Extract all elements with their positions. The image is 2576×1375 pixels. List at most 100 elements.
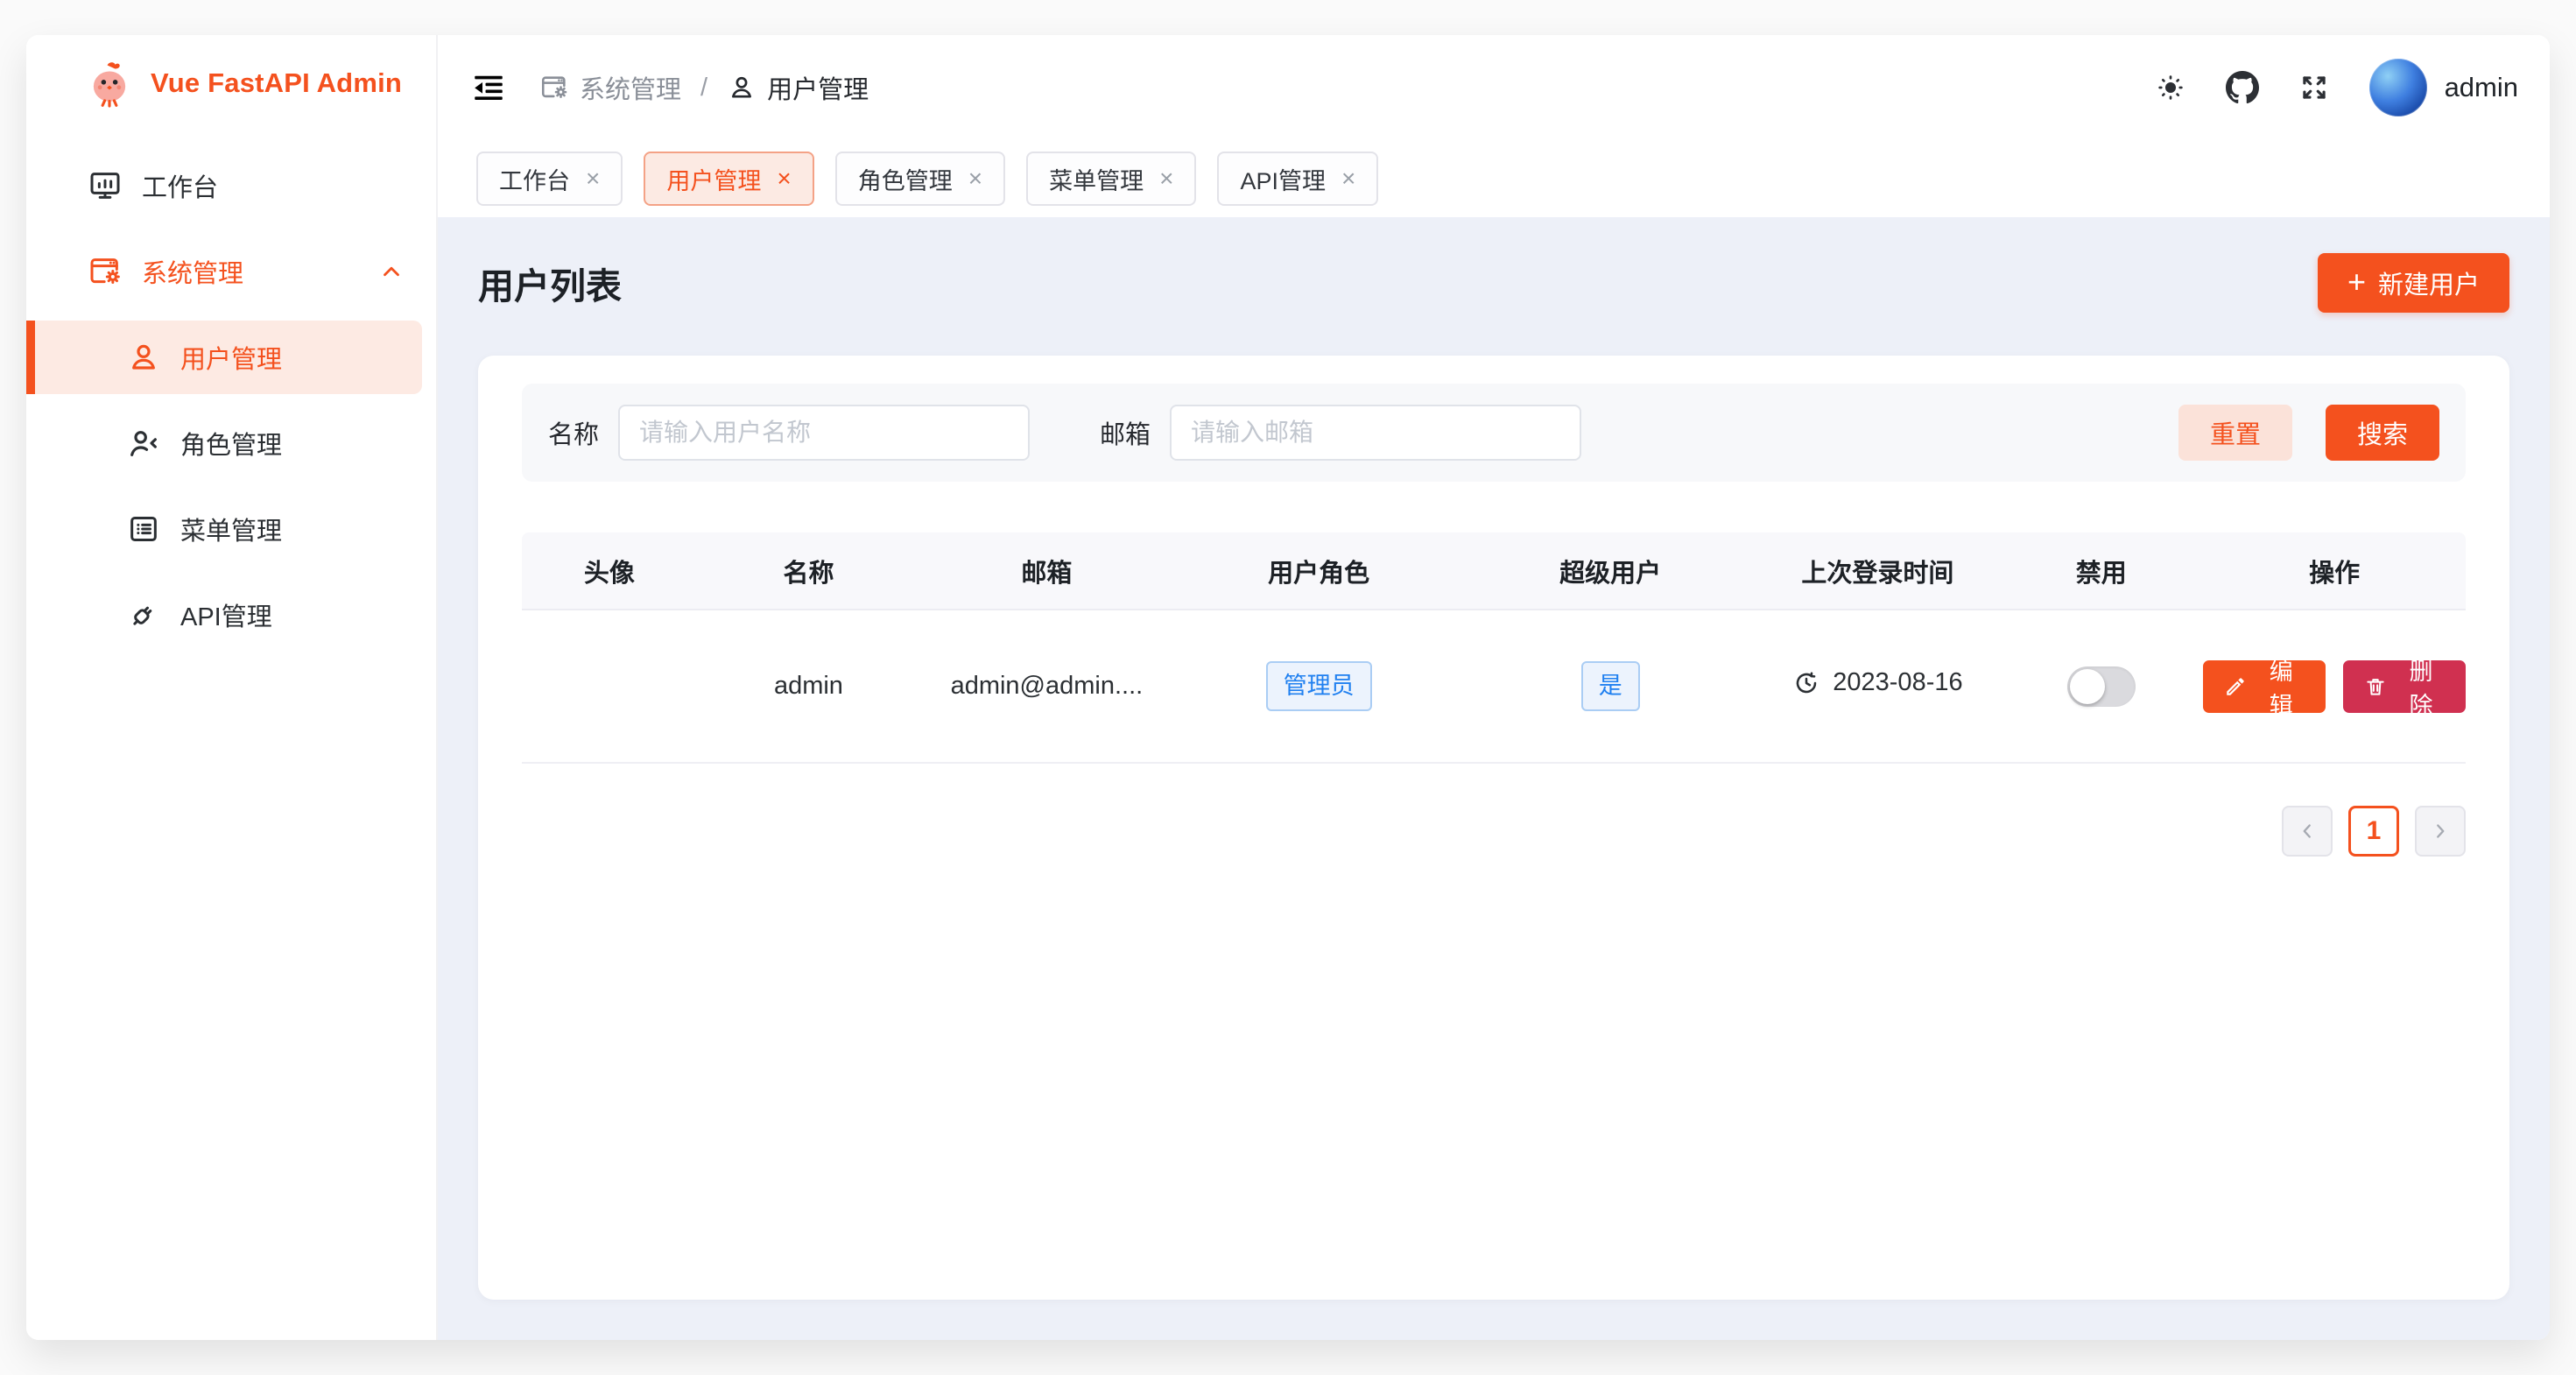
sidebar-item-system-management[interactable]: 系统管理 [26,235,436,308]
user-avatar [2369,59,2427,116]
disable-toggle[interactable] [2067,666,2136,707]
column-disabled: 禁用 [1999,532,2203,610]
sidebar-item-user-management[interactable]: 用户管理 [26,321,422,394]
menu-fold-icon [470,69,507,106]
plus-icon: + [2347,266,2366,298]
superuser-tag: 是 [1581,661,1640,711]
fullscreen-icon [2298,71,2331,104]
monitor-icon [88,168,123,203]
sidebar-menu: 工作台 系统管理 用户管 [26,131,436,664]
chevron-up-icon [378,258,405,285]
table-header-row: 头像 名称 邮箱 用户角色 超级用户 上次登录时间 禁用 操作 [522,532,2466,610]
github-button[interactable] [2226,71,2259,104]
reset-button[interactable]: 重置 [2178,405,2292,461]
column-avatar: 头像 [522,532,697,610]
table-card: 名称 邮箱 重置 搜索 [478,356,2509,1300]
email-input[interactable] [1170,405,1581,461]
sidebar-item-workbench[interactable]: 工作台 [26,149,436,222]
user-icon [727,73,757,102]
theme-toggle-button[interactable] [2154,71,2187,104]
sidebar-item-menu-management[interactable]: 菜单管理 [26,492,436,566]
role-cell: 管理员 [1173,610,1465,763]
breadcrumb-separator: / [700,74,707,102]
github-icon [2226,71,2259,104]
user-menu[interactable]: admin [2369,59,2518,116]
clock-icon [1792,669,1820,697]
pagination: 1 [522,806,2466,857]
name-cell: admin [697,610,920,763]
query-actions: 重置 搜索 [2178,405,2439,461]
app-title: Vue FastAPI Admin [151,67,402,99]
tab-api-management[interactable]: API管理 × [1217,152,1378,206]
edit-button[interactable]: 编辑 [2203,660,2326,713]
sidebar-item-api-management[interactable]: API管理 [26,578,436,652]
column-superuser: 超级用户 [1465,532,1756,610]
topbar: 系统管理 / 用户管理 [438,35,2550,140]
chevron-right-icon [2429,820,2452,843]
delete-button[interactable]: 删除 [2343,660,2466,713]
breadcrumb: 系统管理 / 用户管理 [539,69,869,106]
sidebar-item-label: 用户管理 [180,339,282,376]
close-icon[interactable]: × [1341,166,1355,191]
page-1-button[interactable]: 1 [2348,806,2399,857]
system-settings-icon [539,73,569,102]
column-role: 用户角色 [1173,532,1465,610]
trash-icon [2364,675,2387,698]
column-name: 名称 [697,532,920,610]
name-input[interactable] [618,405,1030,461]
avatar-cell [522,610,697,763]
theme-sun-icon [2154,71,2187,104]
tab-menu-management[interactable]: 菜单管理 × [1026,152,1196,206]
column-email: 邮箱 [920,532,1173,610]
prev-page-button[interactable] [2282,806,2333,857]
tab-user-management[interactable]: 用户管理 × [644,152,813,206]
breadcrumb-user-management[interactable]: 用户管理 [727,69,869,106]
close-icon[interactable]: × [968,166,982,191]
fullscreen-button[interactable] [2298,71,2331,104]
page-title: 用户列表 [478,257,622,309]
api-plug-icon [126,597,161,632]
next-page-button[interactable] [2415,806,2466,857]
email-cell: admin@admin.... [920,610,1173,763]
name-label: 名称 [548,414,599,451]
sidebar-item-label: 角色管理 [180,425,282,462]
close-icon[interactable]: × [777,166,791,191]
sidebar: Vue FastAPI Admin 工作台 系统管理 [26,35,438,1340]
sidebar-item-label: 工作台 [142,167,218,204]
breadcrumb-system-management[interactable]: 系统管理 [539,69,681,106]
query-bar: 名称 邮箱 重置 搜索 [522,384,2466,482]
pencil-icon [2224,675,2247,698]
username: admin [2445,72,2518,103]
superuser-cell: 是 [1465,610,1756,763]
topbar-actions: admin [2154,59,2518,116]
search-button[interactable]: 搜索 [2326,405,2439,461]
sidebar-item-label: API管理 [180,596,272,633]
menu-list-icon [126,511,161,546]
role-icon [126,426,161,461]
user-icon [126,340,161,375]
page-header: 用户列表 + 新建用户 [478,252,2509,314]
name-filter: 名称 [548,405,1030,461]
close-icon[interactable]: × [586,166,600,191]
app-logo[interactable]: Vue FastAPI Admin [26,35,436,131]
sidebar-collapse-button[interactable] [468,67,510,109]
close-icon[interactable]: × [1159,166,1173,191]
email-filter: 邮箱 [1100,405,1581,461]
tab-role-management[interactable]: 角色管理 × [835,152,1005,206]
tab-workbench[interactable]: 工作台 × [476,152,623,206]
actions-cell: 编辑 删除 [2203,610,2466,763]
main-area: 系统管理 / 用户管理 [438,35,2550,1340]
chick-logo-icon [84,58,135,109]
email-label: 邮箱 [1100,414,1151,451]
column-actions: 操作 [2203,532,2466,610]
system-settings-icon [88,254,123,289]
create-user-button[interactable]: + 新建用户 [2318,253,2509,313]
last-login-cell: 2023-08-16 [1756,610,2000,763]
column-last-login: 上次登录时间 [1756,532,2000,610]
users-table: 头像 名称 邮箱 用户角色 超级用户 上次登录时间 禁用 操作 [522,532,2466,764]
sidebar-item-label: 菜单管理 [180,511,282,547]
chevron-left-icon [2296,820,2319,843]
sidebar-item-role-management[interactable]: 角色管理 [26,406,436,480]
tabs-bar: 工作台 × 用户管理 × 角色管理 × 菜单管理 × API管理 × [438,140,2550,217]
role-tag: 管理员 [1266,661,1372,711]
